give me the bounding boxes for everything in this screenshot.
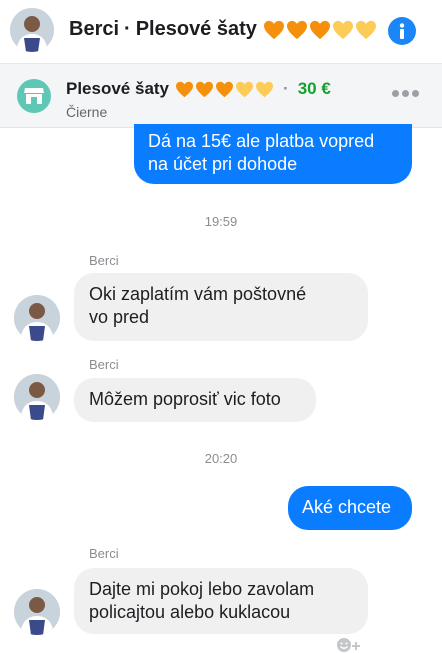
outgoing-message[interactable]: Aké chcete <box>288 486 412 530</box>
conversation-header: Berci · Plesové šaty <box>0 0 442 64</box>
more-dot <box>412 90 419 97</box>
add-reaction-button[interactable] <box>336 637 364 653</box>
orange-heart-icon <box>216 81 234 97</box>
more-horizontal-icon <box>392 90 399 97</box>
sender-avatar[interactable] <box>14 589 60 635</box>
person-avatar-icon <box>14 589 60 635</box>
message-line: Aké chcete <box>302 497 392 517</box>
item-title-text: Plesové šaty <box>66 79 170 98</box>
outgoing-message[interactable]: Dá na 15€ ale platba vopred na účet pri … <box>134 124 412 184</box>
more-options-button[interactable] <box>392 90 419 97</box>
message-line: Oki zaplatím vám poštovné <box>89 284 307 304</box>
person-avatar-icon <box>14 374 60 420</box>
sender-name: Berci <box>89 253 119 268</box>
yellow-heart-icon <box>355 20 376 39</box>
message-line: vo pred <box>89 307 150 327</box>
item-heart-emojis <box>175 81 274 98</box>
item-separator: · <box>283 79 289 98</box>
incoming-message[interactable]: Môžem poprosiť vic foto <box>74 378 316 422</box>
shop-icon-wrapper <box>17 79 51 113</box>
sender-name: Berci <box>89 357 119 372</box>
incoming-message[interactable]: Oki zaplatím vám poštovné vo pred <box>74 273 368 341</box>
message-line: Dajte mi pokoj lebo zavolam <box>89 579 315 599</box>
info-button[interactable] <box>388 17 416 45</box>
message-line: Môžem poprosiť vic foto <box>89 389 281 409</box>
yellow-heart-icon <box>332 20 353 39</box>
storefront-icon <box>24 88 44 104</box>
heart-emojis <box>263 20 377 40</box>
orange-heart-icon <box>263 20 284 39</box>
orange-heart-icon <box>176 81 194 97</box>
yellow-heart-icon <box>236 81 254 97</box>
sender-avatar[interactable] <box>14 374 60 420</box>
conversation-title: Berci · Plesové šaty <box>69 18 377 41</box>
orange-heart-icon <box>309 20 330 39</box>
message-thread[interactable]: Dá na 15€ ale platba vopred na účet pri … <box>0 124 442 653</box>
sender-name: Berci <box>89 546 119 561</box>
more-dot <box>402 90 409 97</box>
contact-name: Berci <box>69 18 120 40</box>
person-avatar-icon <box>14 295 60 341</box>
marketplace-item-bar[interactable]: Plesové šaty · 30 € Čierne <box>0 64 442 128</box>
message-line: Dá na 15€ ale platba vopred <box>148 131 375 151</box>
title-separator: · <box>124 18 131 40</box>
info-icon <box>399 23 405 39</box>
item-subtitle: Čierne <box>66 104 108 120</box>
message-line: policajtou alebo kuklacou <box>89 602 291 622</box>
timestamp: 20:20 <box>204 451 238 466</box>
incoming-message[interactable]: Dajte mi pokoj lebo zavolam policajtou a… <box>74 568 368 634</box>
orange-heart-icon <box>196 81 214 97</box>
add-reaction-icon <box>337 638 360 652</box>
sender-avatar[interactable] <box>14 295 60 341</box>
yellow-heart-icon <box>256 81 274 97</box>
item-name: Plesové šaty <box>135 18 257 40</box>
person-avatar-icon <box>10 8 54 52</box>
item-price: 30 € <box>297 79 331 98</box>
contact-avatar[interactable] <box>10 8 54 52</box>
item-title: Plesové šaty · 30 € <box>66 79 331 99</box>
orange-heart-icon <box>286 20 307 39</box>
timestamp: 19:59 <box>204 214 238 229</box>
message-line: na účet pri dohode <box>148 154 298 174</box>
